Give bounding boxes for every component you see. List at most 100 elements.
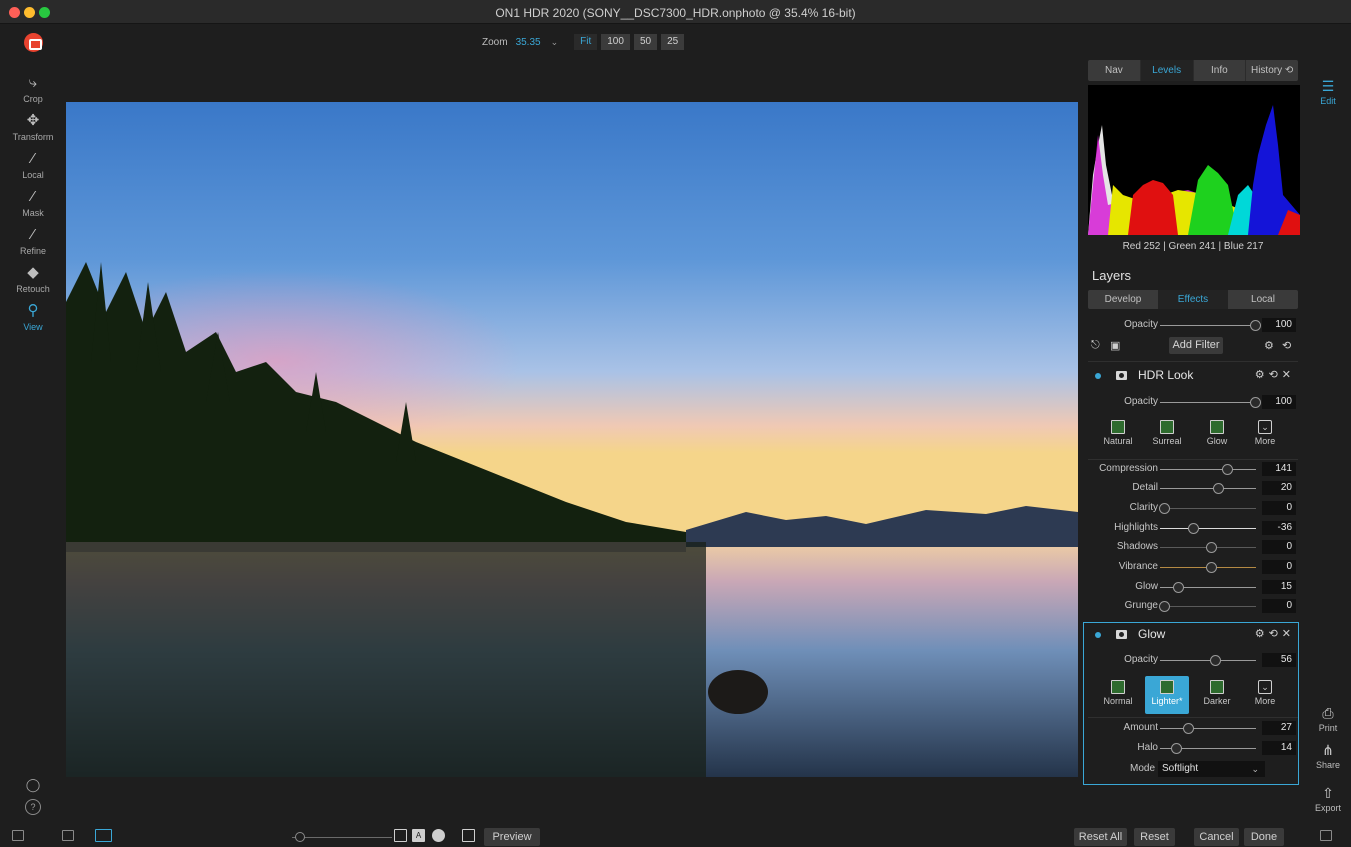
preset-darker[interactable]: Darker	[1195, 676, 1239, 714]
zoom-50-button[interactable]: 50	[633, 34, 658, 50]
preset-glow[interactable]: Glow	[1195, 416, 1239, 454]
export-button[interactable]: ⇧ Export	[1305, 785, 1351, 813]
hdr-opacity-knob[interactable]	[1250, 397, 1261, 408]
tab-levels[interactable]: Levels	[1140, 60, 1194, 81]
on1-logo-icon[interactable]	[24, 33, 43, 52]
slider-knob[interactable]	[1159, 503, 1170, 514]
edit-module-button[interactable]: ☰ Edit	[1305, 78, 1351, 106]
zoom-100-button[interactable]: 100	[601, 34, 630, 50]
print-button[interactable]: ⎙ Print	[1305, 705, 1351, 733]
mode-select[interactable]: Softlight ⌄	[1158, 761, 1265, 777]
layer-stack-icon[interactable]: ⎋	[1091, 339, 1100, 352]
reset-button[interactable]: Reset	[1134, 828, 1175, 846]
filter-controls-icons[interactable]: ⚙⟲✕	[1255, 627, 1295, 640]
slider-knob[interactable]	[1213, 483, 1224, 494]
slider-knob[interactable]	[1171, 743, 1182, 754]
preset-more[interactable]: ⌄ More	[1243, 416, 1287, 454]
preset-normal[interactable]: Normal	[1096, 676, 1140, 714]
filter-visibility-dot[interactable]	[1095, 373, 1101, 379]
toggle-left-panel-icon[interactable]	[12, 830, 24, 841]
zoom-slider-track[interactable]	[292, 837, 392, 838]
tab-local[interactable]: Local	[1228, 290, 1298, 309]
slider-knob[interactable]	[1183, 723, 1194, 734]
preset-lighter[interactable]: Lighter*	[1145, 676, 1189, 714]
slider-knob[interactable]	[1206, 562, 1217, 573]
reset-all-button[interactable]: Reset All	[1074, 828, 1127, 846]
slider-value[interactable]: 0	[1262, 599, 1296, 613]
slider-track[interactable]	[1160, 508, 1256, 509]
slider-value[interactable]: 27	[1262, 721, 1296, 735]
slider-knob[interactable]	[1210, 655, 1221, 666]
chevron-down-icon[interactable]: ⌄	[551, 37, 559, 48]
zoom-25-button[interactable]: 25	[661, 34, 685, 50]
hdr-opacity-value[interactable]: 100	[1262, 395, 1296, 409]
tool-refine[interactable]: ⁄ Refine	[0, 226, 66, 264]
master-opacity-value[interactable]: 100	[1262, 318, 1296, 332]
slider-value[interactable]: 20	[1262, 481, 1296, 495]
slider-knob[interactable]	[1222, 464, 1233, 475]
slider-value[interactable]: 0	[1262, 540, 1296, 554]
zoom-value[interactable]: 35.35	[516, 37, 541, 48]
hdr-opacity-track[interactable]	[1160, 402, 1256, 403]
tab-history[interactable]: History ⟲	[1246, 60, 1298, 81]
tab-info[interactable]: Info	[1194, 60, 1247, 81]
master-opacity-knob[interactable]	[1250, 320, 1261, 331]
slider-track[interactable]	[1160, 728, 1256, 729]
tool-mask[interactable]: ⁄ Mask	[0, 188, 66, 226]
hdr-look-header[interactable]: HDR Look ⚙⟲✕	[1083, 365, 1303, 387]
tool-view[interactable]: ⚲ View	[0, 302, 66, 340]
slider-value[interactable]: -36	[1262, 521, 1296, 535]
auto-icon[interactable]: A	[412, 829, 425, 842]
tool-crop[interactable]: ⤷ Crop	[0, 74, 66, 112]
done-button[interactable]: Done	[1244, 828, 1284, 846]
slider-value[interactable]: 0	[1262, 560, 1296, 574]
preset-more[interactable]: ⌄ More	[1243, 676, 1287, 714]
share-button[interactable]: ⋔ Share	[1305, 742, 1351, 770]
tab-develop[interactable]: Develop	[1088, 290, 1158, 309]
slider-knob[interactable]	[1206, 542, 1217, 553]
tool-local[interactable]: ⁄ Local	[0, 150, 66, 188]
user-account-icon[interactable]: ◯	[25, 777, 41, 793]
mask-icon[interactable]: ▣	[1110, 339, 1120, 352]
filter-controls-icons[interactable]: ⚙⟲✕	[1255, 368, 1295, 381]
slider-value[interactable]: 0	[1262, 501, 1296, 515]
slider-track[interactable]	[1160, 528, 1256, 529]
add-filter-button[interactable]: Add Filter	[1169, 337, 1223, 354]
slider-knob[interactable]	[1159, 601, 1170, 612]
slider-value[interactable]: 56	[1262, 653, 1296, 667]
filter-mask-icon[interactable]	[1116, 630, 1127, 639]
slider-value[interactable]: 14	[1262, 741, 1296, 755]
preset-natural[interactable]: Natural	[1096, 416, 1140, 454]
slider-track[interactable]	[1160, 469, 1256, 470]
tab-effects[interactable]: Effects	[1158, 290, 1228, 309]
filter-visibility-dot[interactable]	[1095, 632, 1101, 638]
reset-icon[interactable]: ⟲	[1282, 339, 1291, 352]
zoom-fit-button[interactable]: Fit	[574, 34, 598, 50]
tab-nav[interactable]: Nav	[1088, 60, 1141, 81]
slider-knob[interactable]	[1188, 523, 1199, 534]
slider-value[interactable]: 15	[1262, 580, 1296, 594]
preset-surreal[interactable]: Surreal	[1145, 416, 1189, 454]
tool-retouch[interactable]: ◆ Retouch	[0, 264, 66, 302]
single-view-icon[interactable]	[95, 829, 112, 842]
toggle-right-panel-icon[interactable]	[1320, 830, 1332, 841]
preview-button[interactable]: Preview	[484, 828, 540, 846]
filter-mask-icon[interactable]	[1116, 371, 1127, 380]
cancel-button[interactable]: Cancel	[1194, 828, 1239, 846]
slider-track[interactable]	[1160, 606, 1256, 607]
mask-view-icon[interactable]	[432, 829, 445, 842]
slider-track[interactable]	[1160, 660, 1256, 661]
truncation-icon[interactable]	[462, 829, 475, 842]
photo-canvas[interactable]	[66, 102, 1078, 777]
tool-transform[interactable]: ✥ Transform	[0, 112, 66, 150]
slider-value[interactable]: 141	[1262, 462, 1296, 476]
help-icon[interactable]: ?	[25, 799, 41, 815]
master-opacity-track[interactable]	[1160, 325, 1256, 326]
compare-view-icon[interactable]	[62, 830, 74, 841]
slider-track[interactable]	[1160, 488, 1256, 489]
gear-icon[interactable]: ⚙	[1264, 339, 1274, 352]
zoom-slider-knob[interactable]	[295, 832, 305, 842]
slider-knob[interactable]	[1173, 582, 1184, 593]
glow-header[interactable]: Glow ⚙⟲✕	[1083, 624, 1303, 646]
square-view-icon[interactable]	[394, 829, 407, 842]
